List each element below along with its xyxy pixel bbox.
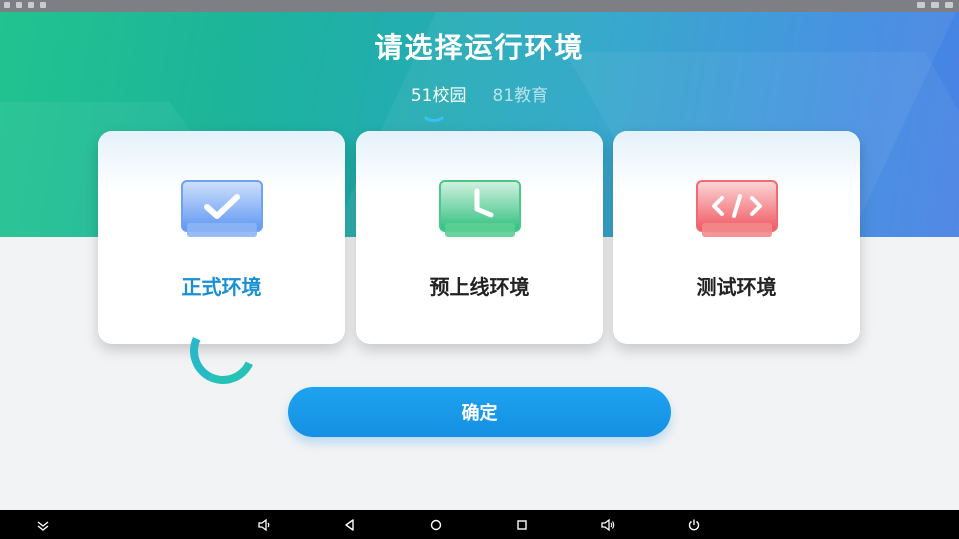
card-label-production: 正式环境	[181, 275, 262, 299]
volume-up-icon[interactable]	[599, 516, 617, 534]
card-label-test: 测试环境	[696, 275, 777, 299]
page-title: 请选择运行环境	[374, 31, 585, 64]
status-icons-right	[917, 2, 953, 8]
home-icon[interactable]	[427, 516, 445, 534]
card-label-staging: 预上线环境	[429, 275, 530, 299]
power-icon[interactable]	[685, 516, 703, 534]
env-card-staging[interactable]: 预上线环境	[356, 131, 603, 344]
clock-monitor-icon	[439, 180, 521, 237]
env-tabs: 51校园 81教育	[0, 81, 959, 106]
loading-spinner-icon	[420, 98, 448, 122]
check-monitor-icon	[181, 180, 263, 237]
recents-icon[interactable]	[513, 516, 531, 534]
env-card-test[interactable]: 测试环境	[613, 131, 860, 344]
volume-down-icon[interactable]	[255, 516, 273, 534]
env-card-production[interactable]: 正式环境	[98, 131, 345, 344]
system-nav-bar	[0, 510, 959, 539]
collapse-icon[interactable]	[34, 516, 52, 534]
back-icon[interactable]	[341, 516, 359, 534]
status-icons-left	[4, 2, 46, 8]
confirm-button[interactable]: 确定	[288, 387, 671, 437]
code-monitor-icon	[696, 180, 778, 237]
tab-81-education[interactable]: 81教育	[493, 81, 549, 106]
status-bar	[0, 0, 959, 12]
